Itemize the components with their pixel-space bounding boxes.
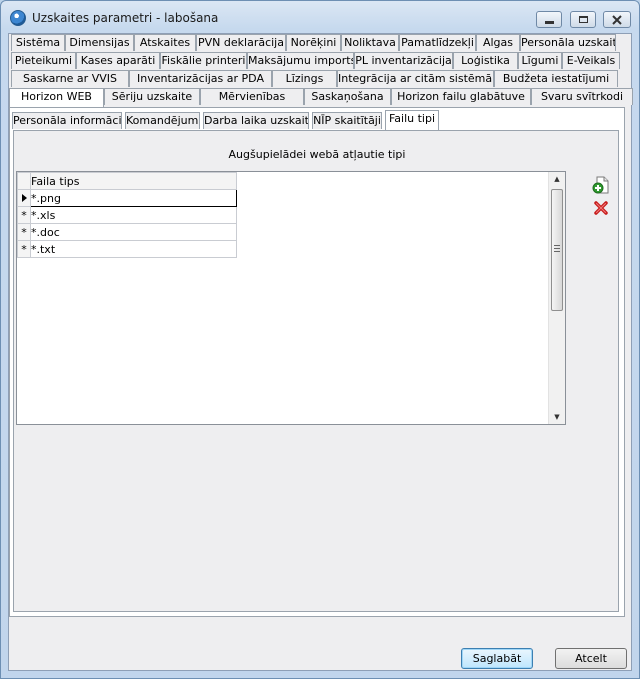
tab-pvn-deklaracija[interactable]: PVN deklarācija: [196, 34, 286, 51]
subtab-komandejumi[interactable]: Komandējumi: [125, 112, 200, 129]
grid-header-row: Faila tips: [17, 172, 237, 190]
tab-mervienibas[interactable]: Mērvienības: [200, 88, 304, 105]
delete-file-type-button[interactable]: [593, 200, 611, 218]
table-row[interactable]: * *.txt: [17, 240, 237, 258]
scroll-down-arrow-icon[interactable]: ▼: [549, 410, 565, 424]
add-file-type-button[interactable]: [592, 176, 610, 194]
tab-personala-uzskaite[interactable]: Personāla uzskaite: [520, 34, 616, 51]
title-bar[interactable]: Uzskaites parametri - labošana: [1, 1, 639, 33]
tab-maksajumu-imports[interactable]: Maksājumu imports: [247, 52, 354, 69]
tab-lizings[interactable]: Līzings: [272, 70, 337, 87]
scroll-up-arrow-icon[interactable]: ▲: [549, 172, 565, 186]
file-type-cell[interactable]: *.png: [30, 189, 237, 207]
tab-saskanosana[interactable]: Saskaņošana: [304, 88, 391, 105]
tab-e-veikals[interactable]: E-Veikals: [562, 52, 620, 69]
subtab-failu-tipi[interactable]: Failu tipi: [385, 110, 439, 130]
row-selector-current[interactable]: [17, 189, 31, 207]
column-header-file-type[interactable]: Faila tips: [30, 172, 237, 190]
save-button[interactable]: Saglabāt: [461, 648, 533, 669]
tab-budzeta-iestatijumi[interactable]: Budžeta iestatījumi: [494, 70, 618, 87]
minimize-icon: [544, 21, 554, 24]
subtab-personala-informacija[interactable]: Personāla informācija: [12, 112, 122, 129]
tab-ligumi[interactable]: Līgumi: [518, 52, 562, 69]
cancel-button[interactable]: Atcelt: [555, 648, 627, 669]
minimize-button[interactable]: [536, 11, 562, 28]
tab-saskarne-ar-vvis[interactable]: Saskarne ar VVIS: [11, 70, 129, 87]
dialog-window: Uzskaites parametri - labošana Sistēma Di…: [0, 0, 640, 679]
grid-corner: [17, 172, 31, 190]
panel-caption: Augšupielādei webā atļautie tipi: [228, 148, 406, 161]
tab-dimensijas[interactable]: Dimensijas: [65, 34, 134, 51]
tab-integracija-ar-citam-sistemam[interactable]: Integrācija ar citām sistēmām: [337, 70, 494, 87]
maximize-icon: [578, 16, 588, 23]
file-type-cell[interactable]: *.xls: [30, 206, 237, 224]
tab-algas[interactable]: Algas: [476, 34, 520, 51]
dialog-client-area: Sistēma Dimensijas Atskaites PVN deklarācij…: [8, 33, 633, 671]
close-button[interactable]: [603, 11, 631, 28]
row-selector-marker[interactable]: *: [17, 240, 31, 258]
app-icon: [10, 10, 26, 26]
tab-noliktava[interactable]: Noliktava: [341, 34, 399, 51]
file-type-cell[interactable]: *.doc: [30, 223, 237, 241]
row-selector-marker[interactable]: *: [17, 223, 31, 241]
scroll-thumb[interactable]: [551, 189, 563, 311]
tab-pamatlidzekli[interactable]: Pamatlīdzekļi: [399, 34, 476, 51]
window-title: Uzskaites parametri - labošana: [32, 11, 219, 25]
row-selector-marker[interactable]: *: [17, 206, 31, 224]
table-row[interactable]: * *.doc: [17, 223, 237, 241]
maximize-button[interactable]: [570, 11, 596, 28]
tab-logistika[interactable]: Loģistika: [453, 52, 518, 69]
subtab-darba-laika-uzskaite[interactable]: Darba laika uzskaite: [203, 112, 309, 129]
current-row-arrow-icon: [21, 193, 27, 202]
tab-pl-inventarizacija[interactable]: PL inventarizācija: [354, 52, 453, 69]
tab-inventarizacijas-ar-pda[interactable]: Inventarizācijas ar PDA: [129, 70, 272, 87]
file-type-cell[interactable]: *.txt: [30, 240, 237, 258]
add-file-icon: [592, 176, 609, 194]
table-row[interactable]: * *.xls: [17, 206, 237, 224]
table-row[interactable]: *.png: [17, 189, 237, 207]
tab-horizon-web[interactable]: Horizon WEB: [9, 88, 104, 107]
horizon-web-panel: Personāla informācija Komandējumi Darba la…: [9, 107, 625, 617]
delete-x-icon: [594, 201, 608, 215]
tab-kases-aparati[interactable]: Kases aparāti: [76, 52, 160, 69]
close-icon: [612, 14, 622, 25]
tab-pieteikumi[interactable]: Pieteikumi: [11, 52, 76, 69]
tab-sistema[interactable]: Sistēma: [11, 34, 65, 51]
tab-fiskalie-printeri[interactable]: Fiskālie printeri: [160, 52, 247, 69]
tab-horizon-failu-glabatuve[interactable]: Horizon failu glabātuve: [391, 88, 531, 105]
tab-seriju-uzskaite[interactable]: Sēriju uzskaite: [104, 88, 200, 105]
file-types-grid[interactable]: Faila tips *.png * *.xls * *.doc * *.txt ▲ ▼: [16, 171, 566, 425]
tab-norekini[interactable]: Norēķini: [286, 34, 341, 51]
file-types-panel: Augšupielādei webā atļautie tipi Faila t…: [13, 130, 619, 612]
tab-svaru-svitrkodi[interactable]: Svaru svītrkodi: [531, 88, 633, 105]
grid-vertical-scrollbar[interactable]: ▲ ▼: [548, 172, 565, 424]
subtab-nip-skaititaji[interactable]: NĪP skaitītāji: [312, 112, 382, 129]
scroll-grip-icon: [554, 245, 560, 252]
grid-table: Faila tips *.png * *.xls * *.doc * *.txt: [17, 172, 237, 258]
tab-atskaites[interactable]: Atskaites: [134, 34, 196, 51]
